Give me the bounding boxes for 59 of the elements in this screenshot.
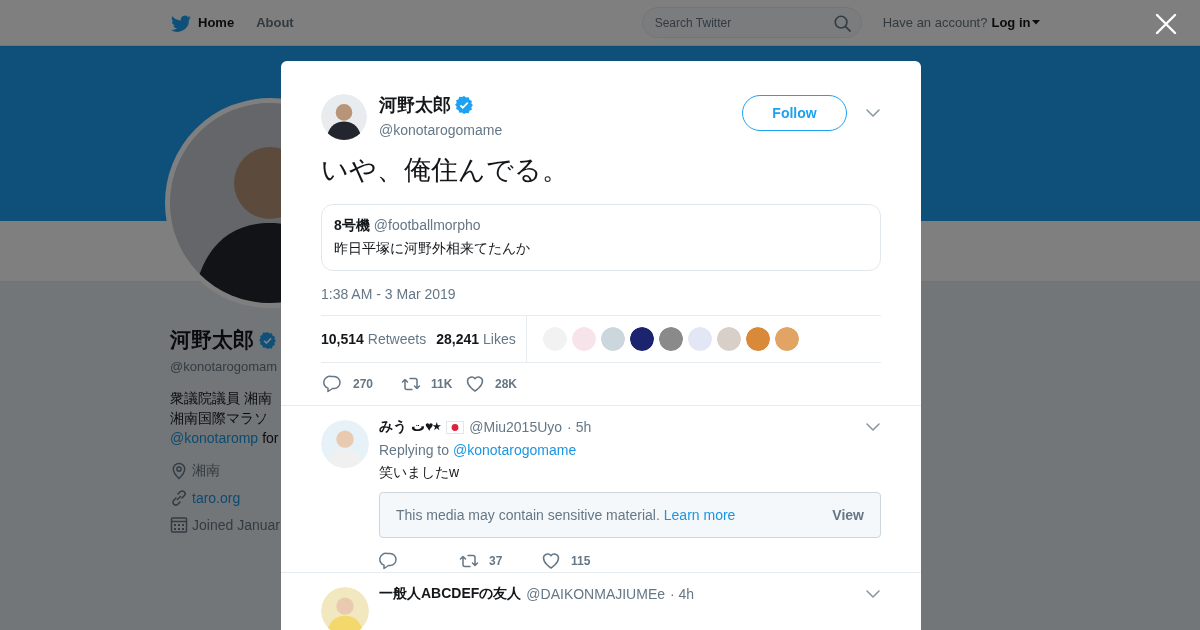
account-prompt: Have an account?: [882, 15, 988, 30]
reply-author-name: 一般人ABCDEFの友人: [379, 585, 522, 603]
retweet-button[interactable]: 37: [459, 551, 541, 571]
reply-button[interactable]: 270: [323, 374, 401, 394]
reply-text: 笑いましたw: [379, 464, 461, 482]
avatar-icon: [321, 587, 369, 630]
tweet-timestamp: 1:38 AM - 3 Mar 2019: [321, 286, 457, 302]
joined-date: Joined Januar: [192, 517, 280, 533]
avatar-icon: [321, 420, 369, 468]
heart-icon: [541, 551, 561, 571]
login-link[interactable]: Log in: [991, 15, 1041, 30]
location-pin-icon: [170, 462, 188, 480]
nav-tab[interactable]: About: [256, 11, 294, 34]
reply-time: · 4h: [670, 586, 695, 602]
heart-icon: [465, 374, 485, 394]
quoted-author: 8号機: [334, 217, 370, 235]
learn-more-link[interactable]: Learn more: [663, 507, 736, 523]
reply-icon: [323, 374, 343, 394]
location-text: 湘南: [192, 462, 220, 480]
chevron-icon[interactable]: [865, 108, 881, 118]
close-icon[interactable]: [1155, 13, 1177, 35]
bio-line: 湘南国際マラソ: [170, 409, 268, 428]
search-placeholder: Search Twitter: [654, 15, 732, 30]
nav-tab[interactable]: Home: [170, 8, 235, 37]
chevron-icon[interactable]: [865, 589, 881, 599]
warning-text: This media may contain sensitive material.: [396, 507, 660, 523]
retweet-count: 10,514: [321, 331, 364, 347]
calendar-icon: [170, 516, 188, 534]
profile-handle: @konotarogomam: [170, 359, 278, 374]
heart-button[interactable]: 115: [541, 551, 601, 571]
bio-line: 衆議院議員 湘南: [170, 389, 272, 408]
quoted-tweet-card[interactable]: 8号機 @footballmorpho 昨日平塚に河野外相来てたんか: [321, 204, 881, 271]
reply-handle: @DAIKONMAJIUMEe: [526, 586, 666, 602]
caret-icon: [1032, 20, 1041, 25]
reply-handle: @Miu2015Uyo: [469, 419, 563, 435]
chevron-icon[interactable]: [865, 422, 881, 432]
reply-time: · 5h: [567, 419, 592, 435]
tweet-text: いや、俺住んでる。: [321, 154, 570, 187]
like-count: 28,241: [436, 331, 479, 347]
quoted-handle: @footballmorpho: [373, 217, 481, 235]
bio-text: for: [262, 429, 279, 448]
reply-icon: [379, 551, 399, 571]
retweets-label: Retweets: [367, 331, 427, 347]
mention-link[interactable]: @konotarogomame: [453, 442, 577, 458]
follow-button[interactable]: Follow: [742, 95, 847, 131]
retweet-button[interactable]: 11K: [401, 374, 465, 394]
search-field[interactable]: Search Twitter: [641, 7, 862, 38]
author-name: 河野太郎: [379, 94, 451, 117]
heart-button[interactable]: 28K: [465, 374, 525, 394]
likes-label: Likes: [483, 331, 516, 347]
link-icon: [170, 489, 188, 507]
author-handle: @konotarogomame: [379, 122, 504, 138]
replying-label: Replying to: [379, 442, 450, 458]
view-button[interactable]: View: [832, 507, 864, 523]
avatar-icon[interactable]: [629, 327, 654, 351]
quoted-text: 昨日平塚に河野外相来てたんか: [334, 240, 531, 258]
reply-author-name: みう ت♥⭑: [379, 418, 442, 436]
search-icon: [832, 13, 851, 32]
profile-name: 河野太郎: [170, 327, 254, 353]
